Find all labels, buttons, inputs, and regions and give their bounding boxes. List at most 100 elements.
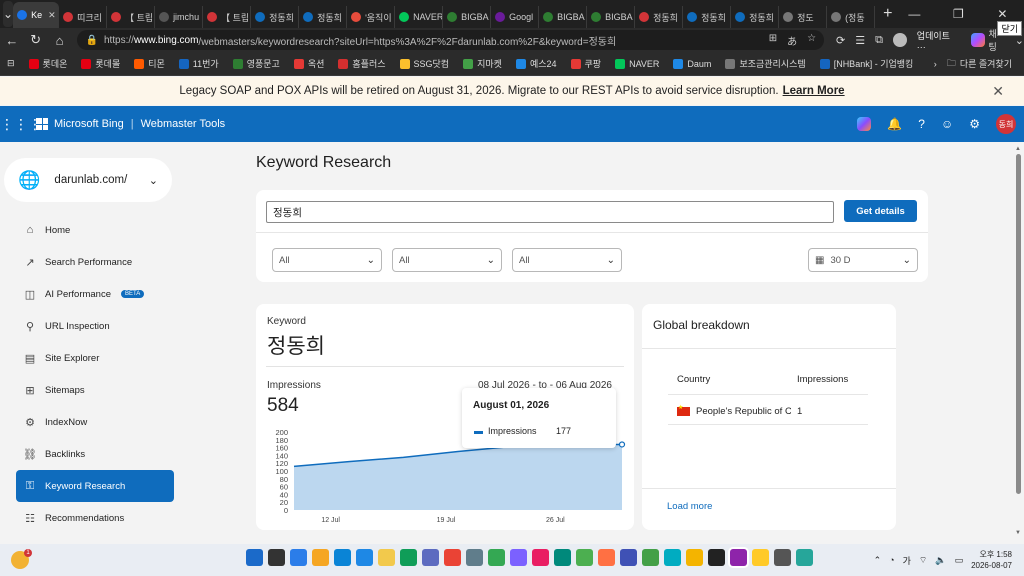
taskbar-app-icon[interactable] bbox=[268, 549, 285, 566]
tray-app-icon[interactable]: ◔ bbox=[889, 555, 894, 565]
close-icon[interactable]: ✕ bbox=[992, 83, 1004, 100]
sidebar-item-recommendations[interactable]: ☷ Recommendations bbox=[16, 502, 174, 534]
collections-icon[interactable]: ⧉ bbox=[875, 34, 883, 47]
page-scrollbar[interactable]: ▲ ▼ bbox=[1015, 146, 1021, 536]
profile-avatar[interactable] bbox=[893, 33, 907, 47]
taskbar-app-icon[interactable] bbox=[400, 549, 417, 566]
sidebar-item-sitemaps[interactable]: ⊞ Sitemaps bbox=[16, 374, 174, 406]
browser-tab[interactable]: Googl bbox=[491, 6, 540, 28]
chevron-up-icon[interactable]: ⌃ bbox=[874, 555, 882, 566]
browser-tab[interactable]: 정도 bbox=[779, 6, 828, 28]
taskbar-app-icon[interactable] bbox=[510, 549, 527, 566]
taskbar-app-icon[interactable] bbox=[730, 549, 747, 566]
taskbar-app-icon[interactable] bbox=[774, 549, 791, 566]
bell-icon[interactable]: 🔔 bbox=[887, 117, 902, 131]
settings-gear-icon[interactable]: ⚙ bbox=[969, 117, 980, 131]
taskbar-app-icon[interactable] bbox=[642, 549, 659, 566]
browser-tab[interactable]: Ke ✕ bbox=[13, 2, 60, 28]
sidebar-item-site-explorer[interactable]: ▤ Site Explorer bbox=[16, 342, 174, 374]
taskbar-app-icon[interactable] bbox=[686, 549, 703, 566]
column-header-country[interactable]: Country bbox=[677, 374, 710, 385]
browser-tab[interactable]: 정동희 bbox=[683, 6, 732, 28]
other-bookmarks[interactable]: 🗀 다른 즐겨찾기 bbox=[947, 56, 1024, 72]
bookmark-item[interactable]: 티몬 bbox=[127, 57, 172, 70]
system-clock[interactable]: 오후 1:58 2026-08-07 bbox=[971, 549, 1012, 571]
sidebar-item-indexnow[interactable]: ⚙ IndexNow bbox=[16, 406, 174, 438]
taskbar-app-icon[interactable] bbox=[356, 549, 373, 566]
feedback-smiley-icon[interactable]: ☺ bbox=[941, 117, 953, 131]
browser-tab[interactable]: 정동희 bbox=[251, 6, 300, 28]
wifi-icon[interactable]: ⌔ bbox=[919, 555, 927, 566]
favorite-star-icon[interactable]: ☆ bbox=[807, 33, 816, 48]
back-button[interactable]: ← bbox=[0, 33, 24, 48]
taskbar-app-icon[interactable] bbox=[312, 549, 329, 566]
refresh-button[interactable]: ↻ bbox=[24, 32, 48, 48]
taskbar-app-icon[interactable] bbox=[246, 549, 263, 566]
scroll-down-icon[interactable]: ▼ bbox=[1015, 530, 1021, 536]
load-more-link[interactable]: Load more bbox=[667, 501, 712, 512]
site-selector[interactable]: 🌐 darunlab.com/ ⌄ bbox=[4, 158, 172, 202]
bookmark-item[interactable]: Daum bbox=[666, 58, 718, 69]
taskbar-app-icon[interactable] bbox=[664, 549, 681, 566]
taskbar-app-icon[interactable] bbox=[796, 549, 813, 566]
browser-tab[interactable]: 띠크리 bbox=[59, 6, 108, 28]
get-details-button[interactable]: Get details bbox=[844, 200, 917, 222]
filter-dropdown-1[interactable]: All ⌄ bbox=[272, 248, 382, 272]
bookmark-item[interactable]: 예스24 bbox=[509, 57, 564, 70]
app-available-icon[interactable]: ⊞ bbox=[769, 33, 777, 48]
battery-icon[interactable]: ▭ bbox=[955, 555, 964, 566]
bookmark-item[interactable]: 보조금관리시스템 bbox=[718, 57, 812, 70]
extensions-icon[interactable]: ⟳ bbox=[836, 34, 845, 47]
learn-more-link[interactable]: Learn More bbox=[783, 85, 845, 97]
bookmark-item[interactable]: 홈플러스 bbox=[331, 57, 392, 70]
bookmarks-toggle-icon[interactable]: ⊟ bbox=[0, 58, 22, 69]
date-period-dropdown[interactable]: ▦ 30 D ⌄ bbox=[808, 248, 918, 272]
volume-icon[interactable]: 🔈 bbox=[935, 555, 946, 566]
favorites-icon[interactable]: ☰ bbox=[855, 34, 865, 47]
address-bar[interactable]: 🔒 https://www.bing.com/webmasters/keywor… bbox=[77, 30, 825, 50]
browser-tab[interactable]: (정동 bbox=[827, 6, 876, 28]
keyword-input[interactable] bbox=[266, 201, 834, 223]
copilot-icon[interactable] bbox=[857, 117, 872, 131]
sidebar-item-keyword-research[interactable]: ⚿ Keyword Research bbox=[16, 470, 174, 502]
bookmark-item[interactable]: [NHBank] - 기업뱅킹 bbox=[813, 57, 921, 70]
sidebar-item-url-inspection[interactable]: ⚲ URL Inspection bbox=[16, 310, 174, 342]
bookmark-item[interactable]: 롯데몰 bbox=[74, 57, 127, 70]
home-button[interactable]: ⌂ bbox=[48, 33, 72, 48]
browser-tab[interactable]: BIGBA bbox=[539, 6, 588, 28]
filter-dropdown-2[interactable]: All ⌄ bbox=[392, 248, 502, 272]
sidebar-item-search-performance[interactable]: ↗ Search Performance bbox=[16, 246, 174, 278]
taskbar-app-icon[interactable] bbox=[444, 549, 461, 566]
taskbar-app-icon[interactable] bbox=[466, 549, 483, 566]
bookmarks-overflow-button[interactable]: › bbox=[924, 59, 947, 69]
bookmark-item[interactable]: 영풍문고 bbox=[226, 57, 287, 70]
taskbar-app-icon[interactable] bbox=[378, 549, 395, 566]
scrollbar-thumb[interactable] bbox=[1016, 154, 1021, 494]
ime-indicator[interactable]: 가 bbox=[903, 554, 911, 567]
taskbar-app-icon[interactable] bbox=[708, 549, 725, 566]
bookmark-item[interactable]: SSG닷컴 bbox=[393, 57, 457, 70]
bookmark-item[interactable]: NAVER bbox=[608, 58, 666, 69]
translate-icon[interactable]: あ bbox=[787, 33, 797, 48]
browser-tab[interactable]: '움직이 bbox=[347, 6, 396, 28]
taskbar-app-icon[interactable] bbox=[752, 549, 769, 566]
close-tab-icon[interactable]: ✕ bbox=[48, 10, 56, 21]
taskbar-app-icon[interactable] bbox=[290, 549, 307, 566]
tab-actions-menu[interactable]: ⌄ bbox=[3, 1, 14, 27]
sidebar-item-home[interactable]: ⌂ Home bbox=[16, 214, 174, 246]
browser-tab[interactable]: 【 트립 bbox=[107, 6, 156, 28]
browser-tab[interactable]: BIGBA bbox=[587, 6, 636, 28]
filter-dropdown-3[interactable]: All ⌄ bbox=[512, 248, 622, 272]
browser-tab[interactable]: NAVER bbox=[395, 6, 444, 28]
browser-tab[interactable]: 【 트립 bbox=[203, 6, 252, 28]
taskbar-app-icon[interactable] bbox=[422, 549, 439, 566]
app-launcher-icon[interactable]: ⋮⋮⋮ bbox=[0, 116, 42, 133]
user-avatar[interactable]: 동희 bbox=[996, 114, 1016, 134]
minimize-button[interactable]: — bbox=[892, 7, 936, 21]
taskbar-app-icon[interactable] bbox=[334, 549, 351, 566]
bookmark-item[interactable]: 지마켓 bbox=[456, 57, 509, 70]
close-window-button[interactable]: ✕ bbox=[980, 7, 1024, 21]
scroll-up-icon[interactable]: ▲ bbox=[1015, 146, 1021, 152]
browser-tab[interactable]: 정동희 bbox=[299, 6, 348, 28]
browser-tab[interactable]: 정동희 bbox=[635, 6, 684, 28]
